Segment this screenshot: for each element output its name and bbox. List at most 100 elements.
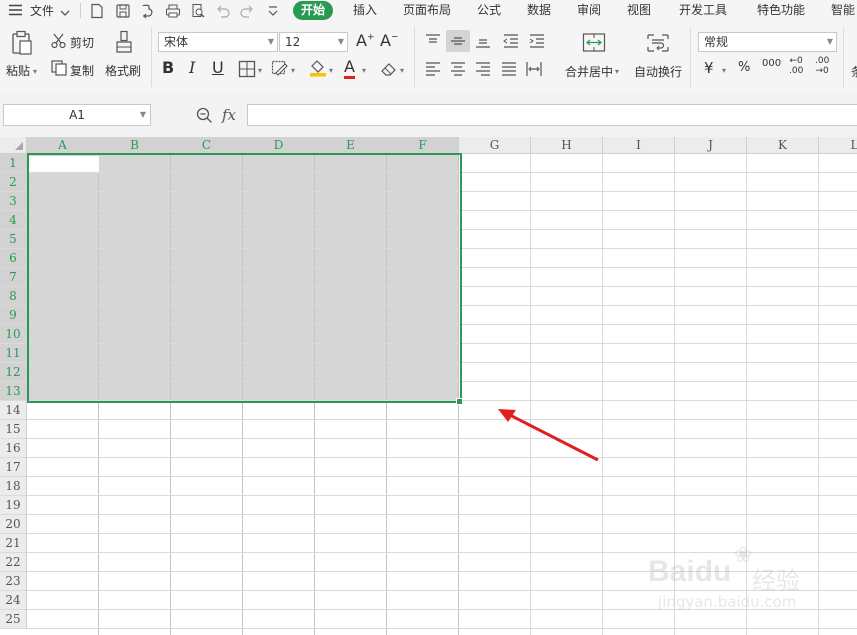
row-header-12[interactable]: 12: [0, 363, 27, 382]
align-right-icon[interactable]: [474, 60, 492, 78]
paste-icon[interactable]: [11, 30, 33, 56]
name-box[interactable]: A1 ▼: [3, 104, 151, 126]
undo-icon[interactable]: [215, 3, 231, 19]
row-header-4[interactable]: 4: [0, 211, 27, 230]
align-left-icon[interactable]: [424, 60, 442, 78]
column-header-g[interactable]: G: [459, 137, 531, 154]
formula-input[interactable]: [247, 104, 857, 126]
fill-handle[interactable]: [456, 398, 463, 405]
font-name-select[interactable]: 宋体 ▼: [158, 32, 278, 52]
file-menu[interactable]: 文件: [30, 2, 54, 19]
row-header-14[interactable]: 14: [0, 401, 27, 420]
tab-review[interactable]: 审阅: [577, 1, 601, 20]
format-painter-icon[interactable]: [113, 30, 135, 56]
increase-indent-icon[interactable]: [528, 32, 546, 50]
hamburger-icon[interactable]: [9, 4, 22, 16]
row-header-23[interactable]: 23: [0, 572, 27, 591]
print-preview-icon[interactable]: [190, 3, 206, 19]
row-header-10[interactable]: 10: [0, 325, 27, 344]
currency-button[interactable]: ¥: [704, 59, 714, 77]
copy-icon[interactable]: [50, 59, 68, 77]
tab-smart[interactable]: 智能: [831, 1, 855, 20]
column-header-h[interactable]: H: [531, 137, 603, 154]
row-header-18[interactable]: 18: [0, 477, 27, 496]
row-header-16[interactable]: 16: [0, 439, 27, 458]
column-header-a[interactable]: A: [27, 137, 99, 154]
column-header-l[interactable]: L: [819, 137, 857, 154]
row-header-19[interactable]: 19: [0, 496, 27, 515]
decrease-indent-icon[interactable]: [502, 32, 520, 50]
merge-dropdown-icon[interactable]: ▾: [615, 67, 619, 76]
align-top-icon[interactable]: [424, 32, 442, 50]
borders-icon[interactable]: [238, 60, 256, 78]
currency-dropdown-icon[interactable]: ▾: [722, 66, 726, 75]
number-format-select[interactable]: 常规 ▼: [698, 32, 837, 52]
merge-center-button[interactable]: 合并居中: [565, 63, 613, 80]
merge-center-icon[interactable]: [582, 32, 606, 54]
cell-style-icon[interactable]: [271, 60, 289, 78]
tab-formulas[interactable]: 公式: [477, 1, 501, 20]
eraser-dropdown-icon[interactable]: ▾: [400, 66, 404, 75]
column-header-i[interactable]: I: [603, 137, 675, 154]
select-all-corner[interactable]: [0, 137, 27, 154]
italic-button[interactable]: I: [189, 58, 195, 77]
borders-dropdown-icon[interactable]: ▾: [258, 66, 262, 75]
fill-color-icon[interactable]: [309, 59, 327, 77]
grow-font-button[interactable]: A+: [356, 31, 375, 50]
tab-page-layout[interactable]: 页面布局: [403, 1, 451, 20]
scissors-icon[interactable]: [50, 32, 68, 50]
row-header-13[interactable]: 13: [0, 382, 27, 401]
column-header-j[interactable]: J: [675, 137, 747, 154]
cut-button[interactable]: 剪切: [70, 34, 94, 51]
new-file-icon[interactable]: [89, 3, 105, 19]
row-header-11[interactable]: 11: [0, 344, 27, 363]
eraser-icon[interactable]: [380, 60, 398, 78]
conditional-format-button[interactable]: 条: [851, 63, 857, 80]
row-header-5[interactable]: 5: [0, 230, 27, 249]
row-header-17[interactable]: 17: [0, 458, 27, 477]
fx-button[interactable]: fx: [222, 106, 236, 124]
tab-developer[interactable]: 开发工具: [679, 1, 727, 20]
row-header-22[interactable]: 22: [0, 553, 27, 572]
tab-view[interactable]: 视图: [627, 1, 651, 20]
align-center-icon[interactable]: [449, 60, 467, 78]
underline-button[interactable]: U: [212, 58, 224, 77]
redo-icon[interactable]: [239, 3, 255, 19]
column-header-e[interactable]: E: [315, 137, 387, 154]
column-header-c[interactable]: C: [171, 137, 243, 154]
row-header-3[interactable]: 3: [0, 192, 27, 211]
row-header-2[interactable]: 2: [0, 173, 27, 192]
row-header-15[interactable]: 15: [0, 420, 27, 439]
row-header-1[interactable]: 1: [0, 154, 27, 173]
tab-insert[interactable]: 插入: [353, 1, 377, 20]
decrease-decimal-button[interactable]: .00 →0: [815, 56, 829, 76]
font-color-button[interactable]: A: [344, 57, 355, 79]
paste-button[interactable]: 粘贴: [6, 62, 30, 79]
tab-features[interactable]: 特色功能: [757, 1, 805, 20]
increase-decimal-button[interactable]: ←0 .00: [789, 56, 803, 76]
wrap-text-icon[interactable]: [646, 32, 670, 54]
row-header-20[interactable]: 20: [0, 515, 27, 534]
shrink-font-button[interactable]: A−: [380, 31, 399, 50]
dropdown-arrow-icon[interactable]: ▼: [140, 105, 146, 125]
export-icon[interactable]: [140, 3, 156, 19]
distributed-icon[interactable]: [525, 60, 543, 78]
format-painter-button[interactable]: 格式刷: [105, 62, 141, 79]
percent-button[interactable]: %: [738, 60, 750, 75]
copy-button[interactable]: 复制: [70, 62, 94, 79]
row-header-8[interactable]: 8: [0, 287, 27, 306]
column-header-f[interactable]: F: [387, 137, 459, 154]
row-header-9[interactable]: 9: [0, 306, 27, 325]
zoom-icon[interactable]: [196, 107, 213, 127]
save-icon[interactable]: [115, 3, 131, 19]
row-header-6[interactable]: 6: [0, 249, 27, 268]
column-header-d[interactable]: D: [243, 137, 315, 154]
row-header-24[interactable]: 24: [0, 591, 27, 610]
customize-toolbar-icon[interactable]: [265, 3, 281, 19]
bold-button[interactable]: B: [162, 58, 174, 77]
wrap-text-button[interactable]: 自动换行: [634, 63, 682, 80]
cell-style-dropdown-icon[interactable]: ▾: [291, 66, 295, 75]
tab-home[interactable]: 开始: [293, 1, 334, 20]
tab-data[interactable]: 数据: [527, 1, 551, 20]
paste-dropdown-icon[interactable]: ▾: [33, 67, 37, 76]
